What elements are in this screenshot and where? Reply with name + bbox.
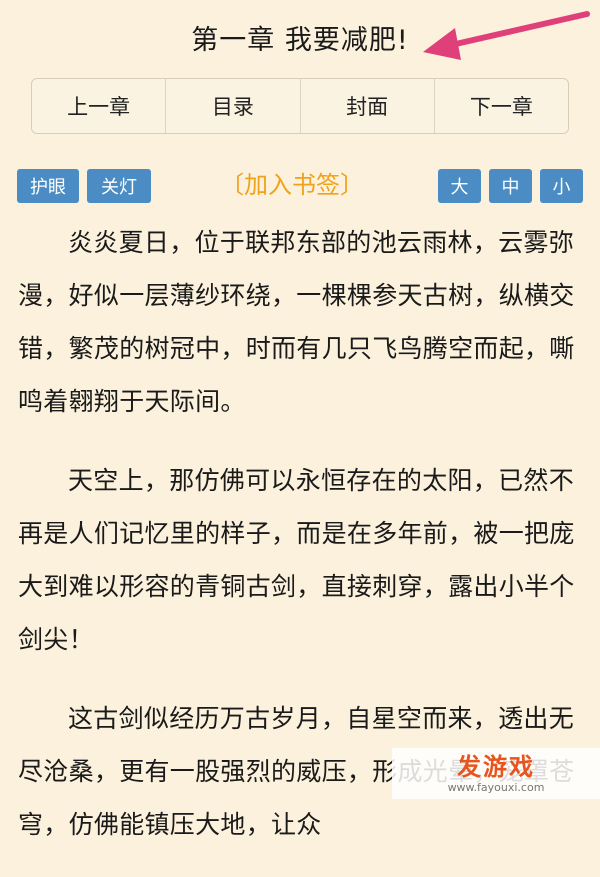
prev-chapter-button[interactable]: 上一章 [32, 79, 167, 133]
watermark-url: www.fayouxi.com [447, 780, 545, 794]
lights-off-button[interactable]: 关灯 [87, 169, 151, 203]
site-watermark: 发游戏 www.fayouxi.com [392, 748, 600, 799]
paragraph: 天空上，那仿佛可以永恒存在的太阳，已然不再是人们记忆里的样子，而是在多年前，被一… [18, 466, 575, 654]
add-bookmark-link[interactable]: 〔加入书签〕 [212, 165, 372, 200]
next-chapter-button[interactable]: 下一章 [435, 79, 568, 133]
paragraph: 炎炎夏日，位于联邦东部的池云雨林，云雾弥漫，好似一层薄纱环绕，一棵棵参天古树，纵… [18, 228, 575, 416]
font-size-large-button[interactable]: 大 [438, 169, 481, 203]
chapter-navigation: 上一章 目录 封面 下一章 [31, 78, 569, 134]
cover-button[interactable]: 封面 [301, 79, 435, 133]
font-size-medium-button[interactable]: 中 [489, 169, 532, 203]
annotation-arrow-icon [423, 11, 590, 60]
watermark-logo: 发游戏 [457, 752, 535, 781]
eye-care-button[interactable]: 护眼 [17, 169, 79, 203]
font-size-small-button[interactable]: 小 [540, 169, 583, 203]
table-of-contents-button[interactable]: 目录 [166, 79, 301, 133]
